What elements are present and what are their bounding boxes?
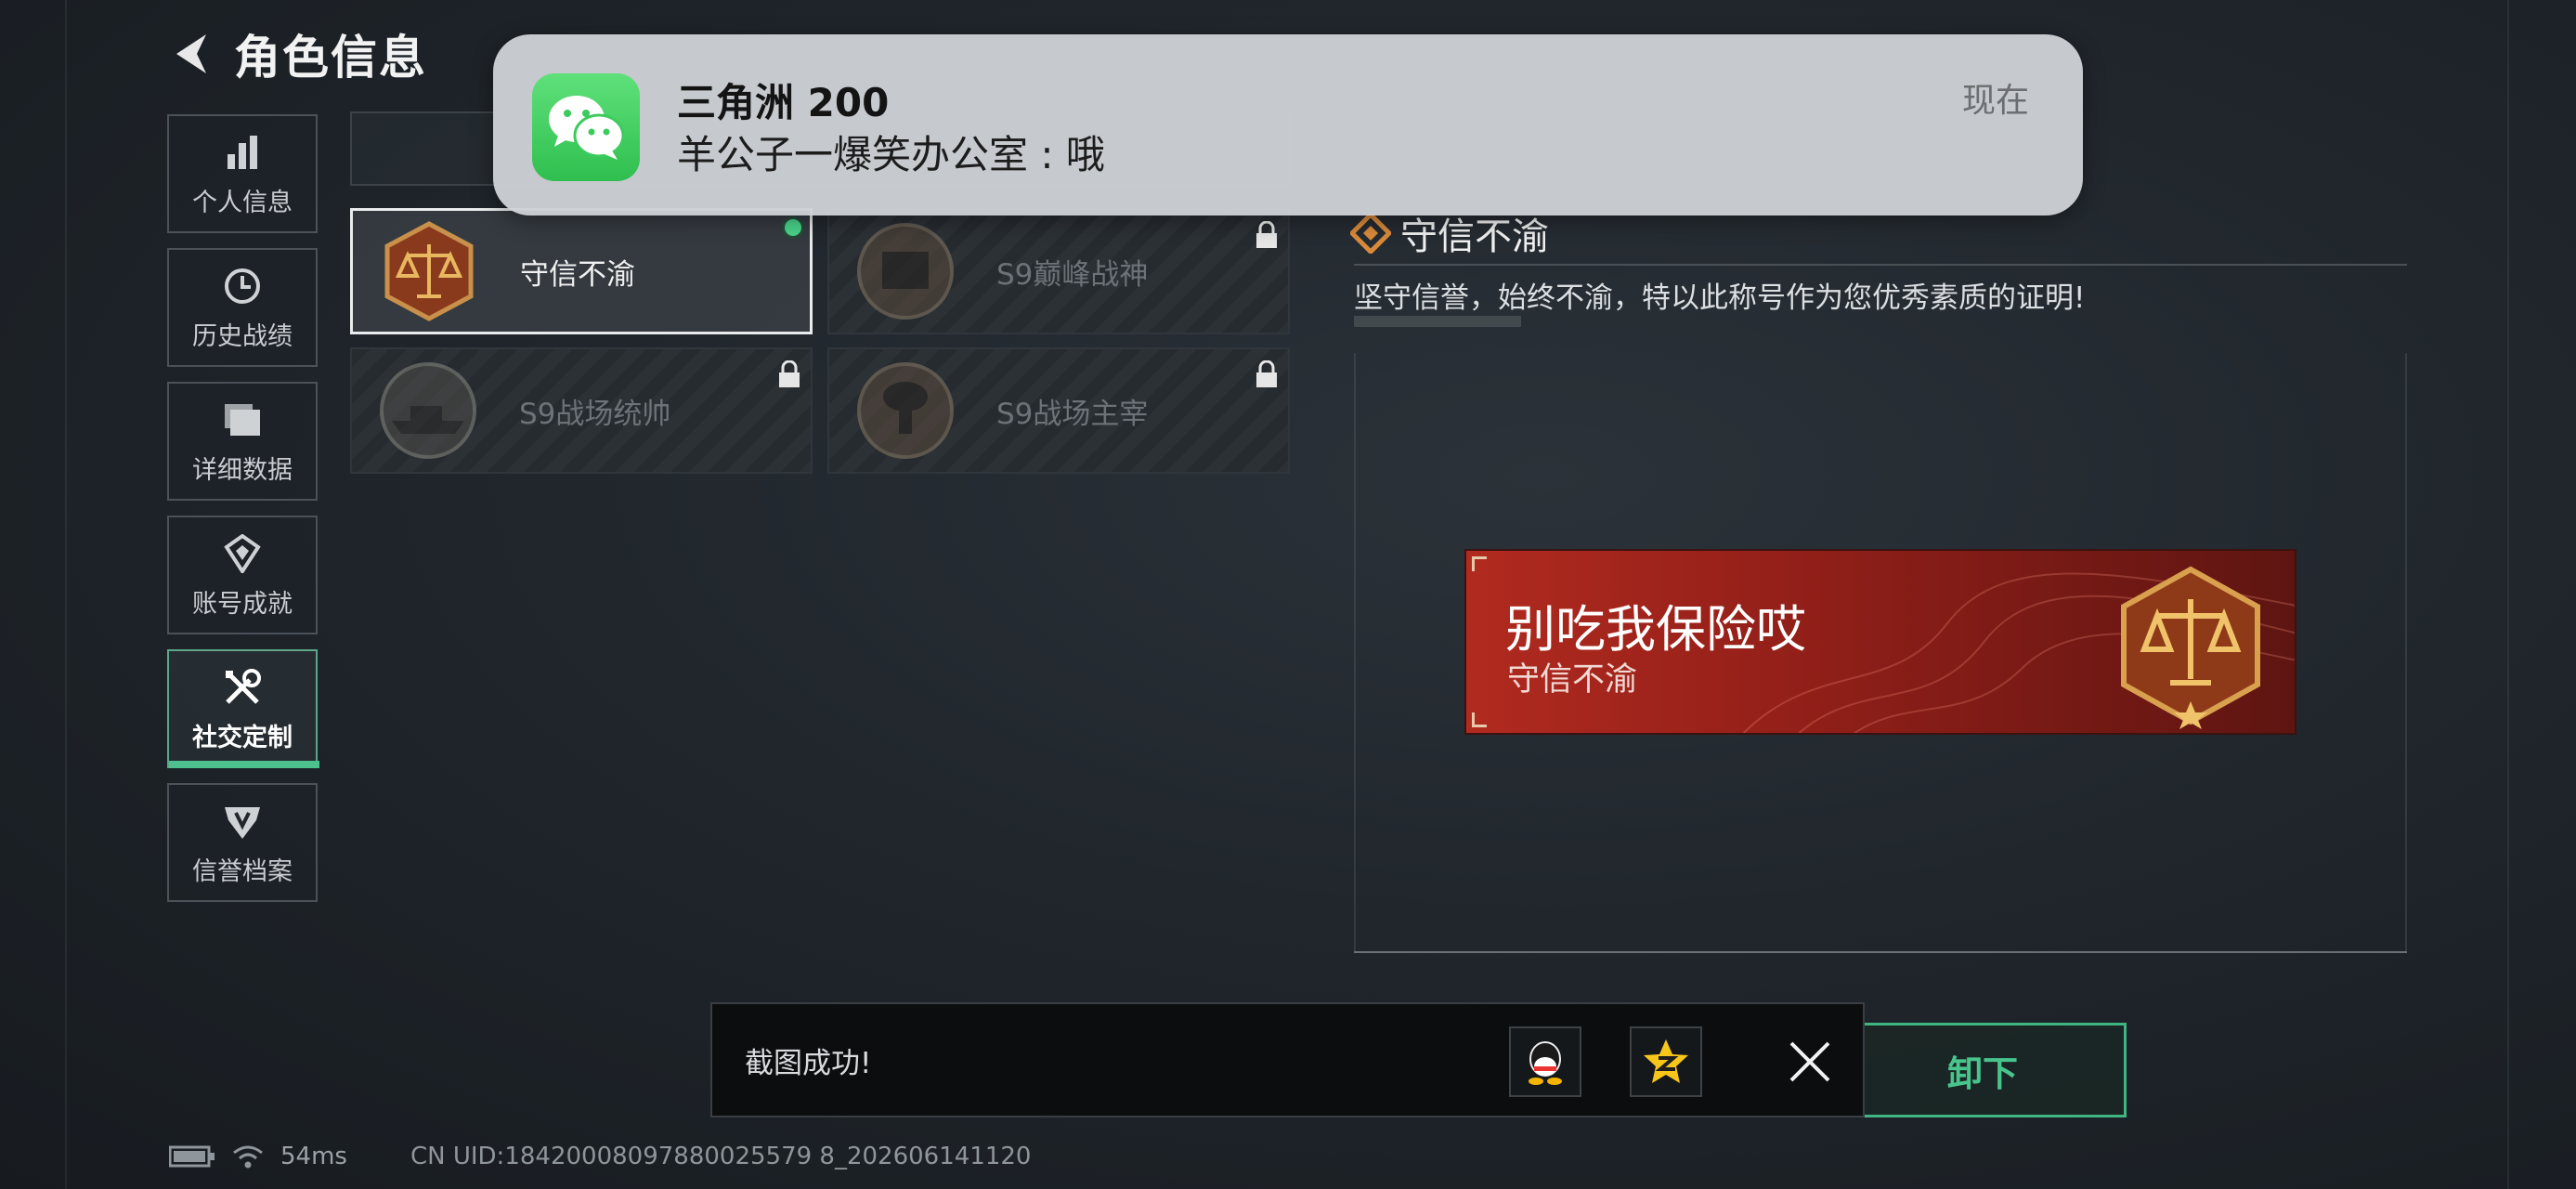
- nav-item-match-history[interactable]: 历史战绩: [167, 248, 318, 367]
- notification-time: 现在: [1961, 82, 2029, 120]
- title-card-s9-dominator[interactable]: S9战场主宰: [827, 347, 1290, 474]
- divider: [1354, 264, 2407, 266]
- nameplate-player-name: 别吃我保险哎: [1505, 600, 1806, 659]
- side-nav: 个人信息 历史战绩 详细数据 账号成就 社交定制 信誉档案: [167, 114, 319, 917]
- share-qzone-button[interactable]: [1630, 1026, 1702, 1097]
- detail-subtext-placeholder: [1354, 316, 1521, 327]
- close-icon[interactable]: [1780, 1032, 1840, 1091]
- nav-label: 账号成就: [192, 589, 293, 619]
- nameplate-preview: 别吃我保险哎 守信不渝: [1464, 549, 2296, 735]
- title-card-label: S9巅峰战神: [996, 257, 1149, 292]
- page-header: 角色信息: [165, 20, 427, 87]
- notification-banner[interactable]: 三角洲 200 羊公子一爆笑办公室 : 哦 现在: [493, 34, 2083, 216]
- nav-label: 信誉档案: [192, 856, 293, 886]
- achievement-icon: [220, 531, 265, 576]
- wechat-icon: [532, 73, 640, 181]
- frame-line-right: [2507, 0, 2509, 1189]
- battleship-badge-icon: [376, 359, 480, 463]
- notification-body: 羊公子一爆笑办公室 : 哦: [677, 132, 1105, 177]
- nav-item-achievements[interactable]: 账号成就: [167, 516, 318, 634]
- wifi-icon: [233, 1145, 263, 1169]
- bar-chart-icon: [220, 130, 265, 175]
- clock-icon: [220, 264, 265, 308]
- lock-icon: [1255, 359, 1279, 388]
- title-card-label: S9战场主宰: [996, 397, 1149, 431]
- lock-icon: [1255, 220, 1279, 249]
- qzone-icon: [1644, 1039, 1688, 1083]
- nav-label: 历史战绩: [192, 321, 293, 351]
- nav-label: 社交定制: [192, 723, 293, 752]
- title-card-label: S9战场统帅: [519, 397, 671, 431]
- nameplate-title: 守信不渝: [1507, 661, 1638, 699]
- ping-value: 54ms: [280, 1143, 347, 1170]
- uid-text: CN UID:18420008097880025579 8_2026061411…: [410, 1143, 1032, 1170]
- corner-bracket: [1472, 556, 1487, 571]
- scales-badge-icon: [2107, 562, 2274, 729]
- status-bar: 54ms CN UID:18420008097880025579 8_20260…: [169, 1138, 1031, 1175]
- mushroom-cloud-badge-icon: [853, 359, 957, 463]
- title-card-shouxin[interactable]: 守信不渝: [350, 208, 813, 334]
- scales-badge-icon: [377, 219, 481, 323]
- share-qq-button[interactable]: [1509, 1026, 1581, 1097]
- lock-icon: [777, 359, 801, 388]
- nav-item-detailed-data[interactable]: 详细数据: [167, 382, 318, 501]
- corner-bracket: [1472, 712, 1487, 727]
- fortress-badge-icon: [853, 219, 957, 323]
- unequip-label: 卸下: [1946, 1052, 2018, 1094]
- notification-title: 三角洲 200: [677, 80, 890, 125]
- title-card-s9-commander[interactable]: S9战场统帅: [350, 347, 813, 474]
- nav-label: 详细数据: [192, 455, 293, 485]
- folder-icon: [220, 398, 265, 442]
- toast-message: 截图成功!: [745, 1046, 872, 1080]
- equipped-indicator: [782, 216, 804, 239]
- detail-description: 坚守信誉，始终不渝，特以此称号作为您优秀素质的证明!: [1354, 281, 2086, 315]
- active-indicator: [169, 761, 319, 768]
- preview-frame-bottom: [1354, 951, 2407, 953]
- wrench-screwdriver-icon: [220, 665, 265, 710]
- back-arrow-icon[interactable]: [165, 29, 215, 79]
- nav-item-social-custom[interactable]: 社交定制: [167, 649, 319, 768]
- title-card-s9-peak[interactable]: S9巅峰战神: [827, 208, 1290, 334]
- diamond-icon: [1348, 211, 1393, 255]
- screenshot-toast: 截图成功!: [710, 1002, 1865, 1117]
- nav-item-reputation[interactable]: 信誉档案: [167, 783, 318, 902]
- title-card-label: 守信不渝: [520, 257, 635, 292]
- qq-icon: [1529, 1041, 1562, 1085]
- shield-emblem-icon: [220, 799, 265, 843]
- page-title: 角色信息: [234, 31, 427, 85]
- battery-icon: [169, 1145, 215, 1168]
- frame-line-left: [65, 0, 67, 1189]
- nav-label: 个人信息: [192, 188, 293, 217]
- nav-item-personal-info[interactable]: 个人信息: [167, 114, 318, 233]
